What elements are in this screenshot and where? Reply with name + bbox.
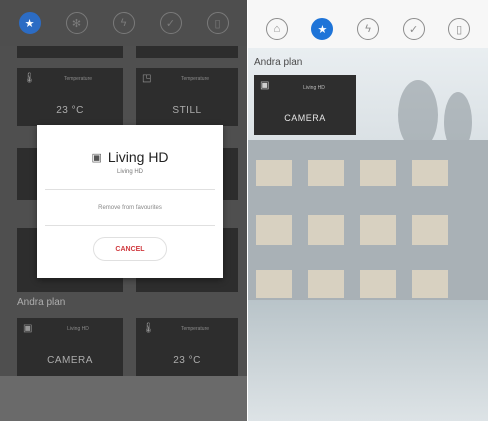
door-icon: ▯ [456, 23, 463, 36]
tab-climate[interactable]: ✻ [65, 12, 88, 34]
background-building [248, 140, 488, 310]
left-screen: ★ ✻ ϟ ✓ ▯ 🌡 Temperature 23 °C ◳ Temperat… [0, 0, 247, 421]
bolt-icon: ϟ [120, 17, 127, 29]
tab-tasks[interactable]: ✓ [159, 12, 182, 34]
tab-favourites[interactable]: ★ [18, 12, 41, 34]
status-bar [248, 0, 488, 10]
tab-energy[interactable]: ϟ [356, 18, 379, 40]
background-window [360, 215, 396, 245]
bottom-area [0, 376, 247, 421]
background-window [308, 215, 344, 245]
background-window [256, 215, 292, 245]
background-window [412, 270, 448, 298]
dialog-subtitle: Living HD [116, 169, 143, 175]
star-icon: ★ [24, 17, 35, 30]
tile-camera[interactable]: ▣ Living HD CAMERA [254, 75, 356, 135]
divider [45, 225, 215, 226]
background-window [412, 215, 448, 245]
tab-doors[interactable]: ▯ [206, 12, 229, 34]
bolt-icon: ϟ [365, 23, 371, 35]
dialog-title: Living HD [107, 149, 169, 165]
cancel-button[interactable]: CANCEL [93, 237, 167, 261]
background-water [248, 300, 488, 421]
tab-favourites[interactable]: ★ [311, 18, 334, 40]
check-icon: ✓ [408, 23, 419, 36]
background-window [360, 160, 396, 186]
home-icon: ⌂ [273, 23, 281, 35]
tab-tasks[interactable]: ✓ [402, 18, 425, 40]
divider [45, 189, 215, 190]
section-title: Andra plan [254, 57, 303, 68]
right-tab-bar: ⌂ ★ ϟ ✓ ▯ [248, 10, 488, 48]
fan-icon: ✻ [71, 17, 82, 30]
tile-value: CAMERA [284, 113, 326, 123]
tab-doors[interactable]: ▯ [448, 18, 471, 40]
background-window [360, 270, 396, 298]
background-window [308, 270, 344, 298]
background-window [256, 160, 292, 186]
tile-label: Living HD [303, 85, 325, 91]
check-icon: ✓ [165, 17, 176, 30]
camera-icon: ▣ [91, 151, 102, 164]
door-icon: ▯ [214, 17, 221, 30]
favourite-dialog: ▣ Living HD Living HD Remove from favour… [37, 125, 223, 278]
remove-favourite-option[interactable]: Remove from favourites [37, 205, 223, 211]
tab-home[interactable]: ⌂ [265, 18, 288, 40]
camera-icon: ▣ [260, 80, 270, 91]
left-tab-bar: ★ ✻ ϟ ✓ ▯ [0, 0, 247, 46]
background-window [308, 160, 344, 186]
background-window [412, 160, 448, 186]
tab-energy[interactable]: ϟ [112, 12, 135, 34]
dialog-header: ▣ Living HD [37, 149, 223, 165]
right-screen: ⌂ ★ ϟ ✓ ▯ Andra plan ▣ Living HD CAMERA [248, 0, 488, 421]
background-window [256, 270, 292, 298]
star-icon: ★ [317, 23, 328, 36]
